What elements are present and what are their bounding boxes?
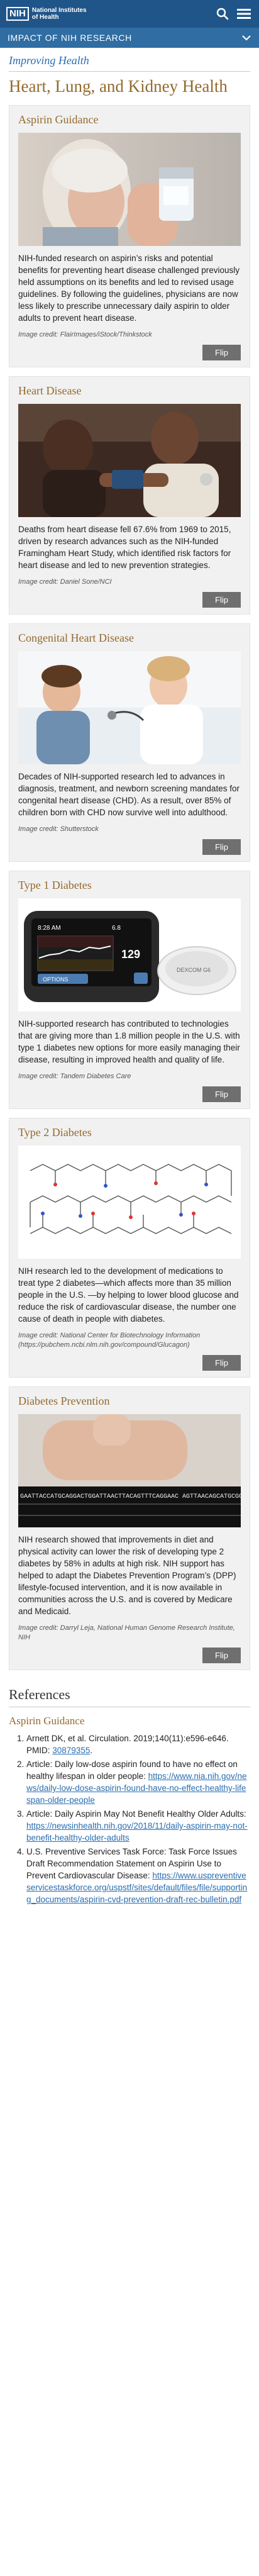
reference-link[interactable]: 30879355 (52, 1746, 90, 1755)
card-type-2-diabetes: Type 2 Diabetes NIH research led to the … (9, 1118, 250, 1378)
nih-logo[interactable]: NIH National Institutes of Health (6, 7, 87, 21)
reference-item: U.S. Preventive Services Task Force: Tas… (26, 1846, 250, 1905)
card-title: Diabetes Prevention (18, 1395, 110, 1407)
section-nav-toggle[interactable]: IMPACT OF NIH RESEARCH (0, 28, 259, 48)
reference-item: Article: Daily low-dose aspirin found to… (26, 1758, 250, 1806)
page-title: Heart, Lung, and Kidney Health (9, 77, 228, 96)
photo-older-woman-pill-bottle (18, 133, 241, 246)
logo-abbr: NIH (6, 7, 29, 21)
card-body: NIH-supported research has contributed t… (18, 1019, 240, 1064)
card-title: Congenital Heart Disease (18, 632, 134, 644)
device-glucose: 129 (121, 948, 140, 961)
logo-line-1: National Institutes (31, 7, 87, 14)
card-type-1-diabetes: Type 1 Diabetes 8:28 AM 6.8 129 OPTIONS … (9, 871, 250, 1109)
section-nav-label: IMPACT OF NIH RESEARCH (8, 33, 132, 43)
divider (9, 71, 250, 72)
image-credit: Image credit: Tandem Diabetes Care (18, 1073, 131, 1080)
references-section: References Aspirin Guidance Arnett DK, e… (0, 1670, 259, 1920)
device-time: 8:28 AM (38, 925, 61, 932)
reference-item: Arnett DK, et al. Circulation. 2019;140(… (26, 1732, 250, 1756)
card-congenital-heart-disease: Congenital Heart Disease Decades of NIH-… (9, 623, 250, 862)
image-credit: Image credit: Darryl Leja, National Huma… (18, 1624, 235, 1641)
card-title: Type 1 Diabetes (18, 879, 92, 891)
card-body: NIH research showed that improvements in… (18, 1535, 236, 1616)
photo-blood-pressure-check (18, 404, 241, 517)
card-diabetes-prevention: Diabetes Prevention GAATTACCATGCAGGACTGG… (9, 1386, 250, 1670)
hamburger-menu-icon[interactable] (235, 5, 253, 23)
references-list: Arnett DK, et al. Circulation. 2019;140(… (9, 1732, 250, 1905)
flip-button[interactable]: Flip (202, 592, 241, 608)
card-heart-disease: Heart Disease Deaths from heart disease … (9, 376, 250, 615)
card-body: NIH research led to the development of m… (18, 1266, 239, 1324)
flip-button[interactable]: Flip (202, 839, 241, 855)
dna-sequence-text: GAATTACCATGCAGGACTGGATTAACTTACAGTTTCAGGA… (20, 1493, 241, 1500)
top-bar: NIH National Institutes of Health (0, 0, 259, 28)
card-aspirin-guidance: Aspirin Guidance NIH-funded research on … (9, 105, 250, 367)
photo-hand-with-dna-sequence: GAATTACCATGCAGGACTGGATTAACTTACAGTTTCAGGA… (18, 1414, 241, 1527)
device-brand: DEXCOM G6 (177, 967, 211, 973)
reference-item: Article: Daily Aspirin May Not Benefit H… (26, 1808, 250, 1844)
card-title: Heart Disease (18, 384, 82, 397)
photo-doctor-with-child (18, 651, 241, 764)
logo-line-2: of Health (31, 14, 59, 21)
image-credit: Image credit: Shutterstock (18, 825, 99, 833)
molecule-structure-glucagon (18, 1146, 241, 1259)
chevron-down-icon (241, 33, 251, 43)
device-options: OPTIONS (43, 976, 69, 983)
card-body: Decades of NIH-supported research led to… (18, 772, 240, 817)
card-title: Type 2 Diabetes (18, 1126, 92, 1139)
image-credit: Image credit: National Center for Biotec… (18, 1332, 201, 1349)
search-icon[interactable] (214, 5, 231, 23)
references-heading: References (9, 1687, 250, 1707)
card-body: Deaths from heart disease fell 67.6% fro… (18, 525, 231, 570)
reference-link[interactable]: https://newsinhealth.nih.gov/2018/11/dai… (26, 1821, 248, 1843)
flip-button[interactable]: Flip (202, 345, 241, 360)
card-body: NIH-funded research on aspirin’s risks a… (18, 254, 240, 323)
photo-insulin-pump-and-cgm: 8:28 AM 6.8 129 OPTIONS DEXCOM G6 (18, 898, 241, 1012)
image-credit: Image credit: Daniel Sone/NCI (18, 578, 112, 586)
references-subheading: Aspirin Guidance (9, 1715, 85, 1727)
device-units: 6.8 (112, 925, 121, 932)
page-kicker: Improving Health (9, 54, 89, 67)
card-title: Aspirin Guidance (18, 113, 99, 126)
flip-button[interactable]: Flip (202, 1086, 241, 1102)
image-credit: Image credit: FlairImages/iStock/Thinkst… (18, 331, 152, 338)
flip-button[interactable]: Flip (202, 1648, 241, 1663)
flip-button[interactable]: Flip (202, 1355, 241, 1371)
